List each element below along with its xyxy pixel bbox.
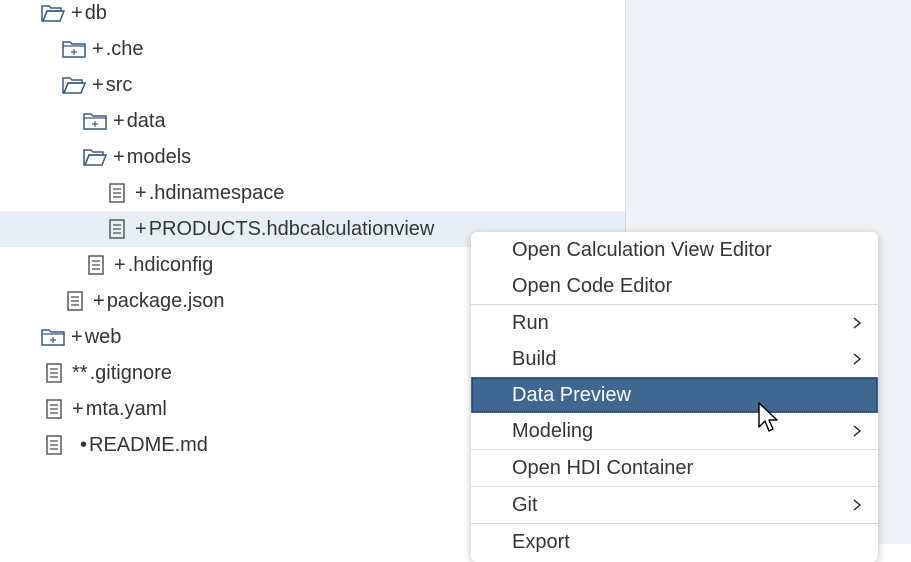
mouse-cursor-icon (758, 402, 778, 432)
folder-closed-icon (83, 110, 107, 132)
tree-item-label: PRODUCTS.hdbcalculationview (148, 217, 435, 240)
git-status-marker: + (135, 217, 147, 240)
menu-item-label: Modeling (512, 419, 594, 442)
menu-item-open-code-editor[interactable]: Open Code Editor (471, 268, 878, 304)
tree-item-label: web (84, 325, 122, 348)
tree-item-label: package.json (106, 289, 225, 312)
tree-item-label: src (105, 73, 133, 96)
folder-open-icon (62, 74, 86, 96)
git-status-marker: + (93, 289, 105, 312)
chevron-right-icon (853, 317, 862, 329)
menu-item-modeling[interactable]: Modeling (471, 413, 878, 449)
tree-item-db[interactable]: + db (0, 0, 625, 31)
tree-item-label: .che (105, 37, 144, 60)
git-status-marker: ** (72, 361, 88, 384)
folder-closed-icon (62, 38, 86, 60)
file-icon (42, 434, 66, 456)
tree-item-label: mta.yaml (85, 397, 167, 420)
chevron-right-icon (853, 353, 862, 365)
tree-item-src[interactable]: + src (0, 67, 625, 103)
tree-item-models[interactable]: + models (0, 139, 625, 175)
file-icon (63, 290, 87, 312)
file-icon (42, 362, 66, 384)
folder-closed-icon (41, 326, 65, 348)
menu-item-label: Open HDI Container (512, 456, 694, 479)
menu-item-data-preview[interactable]: Data Preview (471, 377, 878, 413)
git-status-marker: + (135, 181, 147, 204)
menu-item-git[interactable]: Git (471, 487, 878, 523)
menu-item-label: Run (512, 311, 549, 334)
git-status-marker: + (92, 37, 104, 60)
file-icon (105, 182, 129, 204)
git-status-marker: • (80, 433, 88, 456)
git-status-marker: + (72, 397, 84, 420)
menu-item-open-calculation-view-editor[interactable]: Open Calculation View Editor (471, 232, 878, 268)
git-status-marker: + (92, 73, 104, 96)
git-status-marker: + (113, 109, 125, 132)
menu-item-label: Data Preview (512, 383, 631, 406)
menu-item-label: Open Code Editor (512, 274, 673, 297)
tree-item-label: .hdinamespace (148, 181, 285, 204)
folder-open-icon (83, 146, 107, 168)
file-icon (105, 218, 129, 240)
tree-item-label: models (126, 145, 192, 168)
menu-item-label: Open Calculation View Editor (512, 238, 772, 261)
chevron-right-icon (853, 425, 862, 437)
tree-item-label: README.md (89, 433, 208, 456)
tree-item-che[interactable]: + .che (0, 31, 625, 67)
git-status-marker: + (113, 145, 125, 168)
file-icon (84, 254, 108, 276)
git-status-marker: + (71, 1, 83, 24)
menu-item-label: Export (512, 530, 570, 553)
menu-item-open-hdi-container[interactable]: Open HDI Container (471, 450, 878, 486)
tree-item-label: data (126, 109, 166, 132)
tree-item-label: .hdiconfig (127, 253, 214, 276)
menu-item-build[interactable]: Build (471, 341, 878, 377)
context-menu: Open Calculation View Editor Open Code E… (471, 232, 878, 562)
folder-open-icon (41, 2, 65, 24)
file-icon (42, 398, 66, 420)
menu-item-run[interactable]: Run (471, 305, 878, 341)
tree-item-data[interactable]: + data (0, 103, 625, 139)
menu-item-export[interactable]: Export (471, 524, 878, 560)
chevron-right-icon (853, 499, 862, 511)
tree-item-label: .gitignore (89, 361, 172, 384)
tree-item-label: db (84, 1, 107, 24)
git-status-marker: + (114, 253, 126, 276)
menu-item-label: Build (512, 347, 557, 370)
menu-item-label: Git (512, 493, 538, 516)
git-status-marker: + (71, 325, 83, 348)
tree-item-hdinamespace[interactable]: + .hdinamespace (0, 175, 625, 211)
